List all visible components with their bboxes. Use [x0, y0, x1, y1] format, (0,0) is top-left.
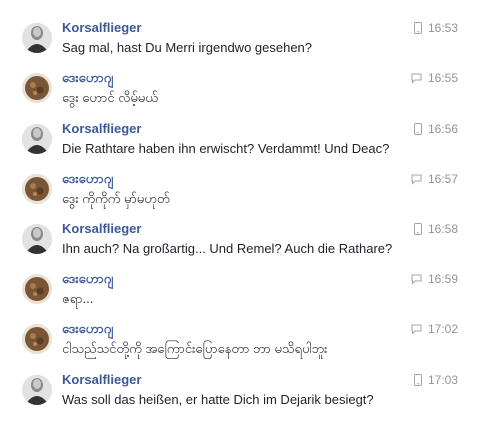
- message-text: Die Rathtare haben ihn erwischt? Verdamm…: [62, 141, 390, 156]
- avatar[interactable]: [22, 224, 52, 254]
- message-meta: 16:55: [411, 70, 458, 86]
- message: ဒေးဟောဂျ ဇရာ... 16:59: [0, 271, 484, 321]
- message: Korsalflieger Was soll das heißen, er ha…: [0, 372, 484, 422]
- avatar[interactable]: [22, 174, 52, 204]
- message-text: Ihn auch? Na großartig... Und Remel? Auc…: [62, 241, 393, 256]
- sender-name[interactable]: ဒေးဟောဂျ: [62, 321, 113, 337]
- sender-name[interactable]: Korsalflieger: [62, 121, 141, 137]
- message-meta: 16:58: [413, 221, 458, 237]
- message-meta: 16:57: [411, 171, 458, 187]
- sender-name[interactable]: ဒေးဟောဂျ: [62, 70, 113, 86]
- avatar[interactable]: [22, 23, 52, 53]
- timestamp: 16:58: [427, 222, 458, 236]
- message-meta: 16:59: [411, 271, 458, 287]
- message: Korsalflieger Ihn auch? Na großartig... …: [0, 221, 484, 271]
- chat-bubble-icon: [411, 73, 422, 84]
- message-text: ငါသည်သင်တို့ကို အကြောင်းပြောနေတာ ဘာ မသိရ…: [62, 341, 328, 356]
- chat-bubble-icon: [411, 274, 422, 285]
- chat-bubble-icon: [411, 174, 422, 185]
- avatar[interactable]: [22, 124, 52, 154]
- timestamp: 16:57: [427, 172, 458, 186]
- message-text: Was soll das heißen, er hatte Dich im De…: [62, 392, 374, 407]
- timestamp: 16:56: [427, 122, 458, 136]
- sender-name[interactable]: Korsalflieger: [62, 372, 141, 388]
- timestamp: 16:55: [427, 71, 458, 85]
- timestamp: 17:02: [427, 322, 458, 336]
- message: ဒေးဟောဂျ ငါသည်သင်တို့ကို အကြောင်းပြောနေတ…: [0, 321, 484, 371]
- message: Korsalflieger Die Rathtare haben ihn erw…: [0, 121, 484, 171]
- sender-name[interactable]: ဒေးဟောဂျ: [62, 171, 113, 187]
- message: ဒေးဟောဂျ ဒွေး ကိုကိုက် မှာ်မဟုတ် 16:57: [0, 171, 484, 221]
- avatar[interactable]: [22, 73, 52, 103]
- sender-name[interactable]: Korsalflieger: [62, 20, 141, 36]
- timestamp: 16:59: [427, 272, 458, 286]
- avatar[interactable]: [22, 324, 52, 354]
- mobile-icon: [413, 223, 422, 235]
- chat-bubble-icon: [411, 324, 422, 335]
- message: Korsalflieger Sag mal, hast Du Merri irg…: [0, 20, 484, 70]
- message-meta: 16:53: [413, 20, 458, 36]
- timestamp: 16:53: [427, 21, 458, 35]
- message-meta: 17:03: [413, 372, 458, 388]
- mobile-icon: [413, 22, 422, 34]
- message-meta: 16:56: [413, 121, 458, 137]
- sender-name[interactable]: Korsalflieger: [62, 221, 141, 237]
- message-meta: 17:02: [411, 321, 458, 337]
- message-text: ဇရာ...: [62, 291, 94, 306]
- mobile-icon: [413, 123, 422, 135]
- chat-thread: Korsalflieger Sag mal, hast Du Merri irg…: [0, 0, 484, 430]
- message-text: ဒွေး ဟောင် လိမ့်မယ်: [62, 90, 158, 105]
- message-text: ဒွေး ကိုကိုက် မှာ်မဟုတ်: [62, 191, 170, 206]
- sender-name[interactable]: ဒေးဟောဂျ: [62, 271, 113, 287]
- avatar[interactable]: [22, 274, 52, 304]
- message-text: Sag mal, hast Du Merri irgendwo gesehen?: [62, 40, 313, 55]
- avatar[interactable]: [22, 375, 52, 405]
- mobile-icon: [413, 374, 422, 386]
- message: ဒေးဟောဂျ ဒွေး ဟောင် လိမ့်မယ် 16:55: [0, 70, 484, 120]
- timestamp: 17:03: [427, 373, 458, 387]
